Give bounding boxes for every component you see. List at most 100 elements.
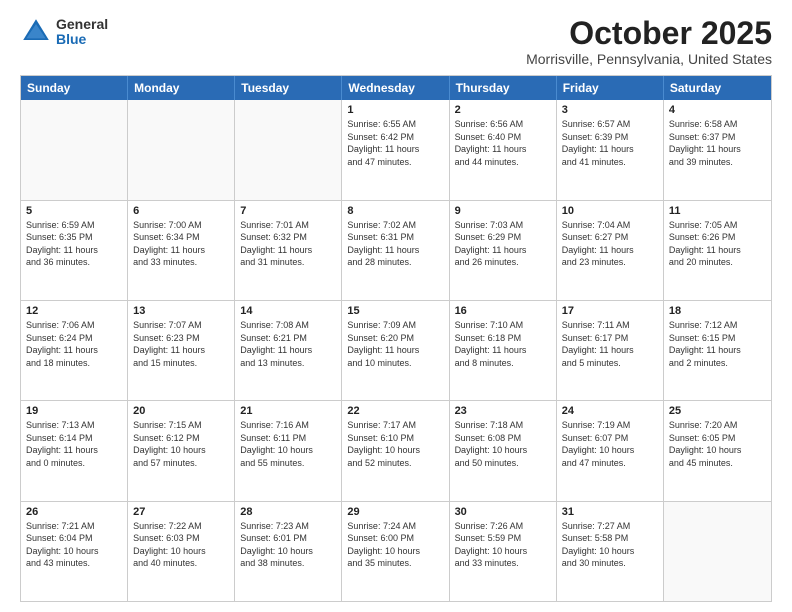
calendar-row-1: 5Sunrise: 6:59 AM Sunset: 6:35 PM Daylig…: [21, 200, 771, 300]
calendar-cell: 9Sunrise: 7:03 AM Sunset: 6:29 PM Daylig…: [450, 201, 557, 300]
header-cell-tuesday: Tuesday: [235, 76, 342, 100]
calendar-body: 1 Sunrise: 6:55 AM Sunset: 6:42 PM Daylig…: [21, 100, 771, 601]
header-cell-thursday: Thursday: [450, 76, 557, 100]
day-number: 11: [669, 205, 766, 217]
calendar-cell: 13Sunrise: 7:07 AM Sunset: 6:23 PM Dayli…: [128, 301, 235, 400]
day-number: 22: [347, 405, 443, 417]
day-number: 2: [455, 104, 551, 116]
day-number: 19: [26, 405, 122, 417]
month-title: October 2025: [526, 16, 772, 51]
logo-general: General: [56, 17, 108, 32]
calendar-cell: 24 Sunrise: 7:19 AM Sunset: 6:07 PM Dayli…: [557, 401, 664, 500]
calendar-cell: 7Sunrise: 7:01 AM Sunset: 6:32 PM Daylig…: [235, 201, 342, 300]
header: General Blue October 2025 Morrisville, P…: [20, 16, 772, 67]
cell-text: Sunrise: 7:17 AM Sunset: 6:10 PM Dayligh…: [347, 419, 443, 469]
cell-text: Sunrise: 6:55 AM Sunset: 6:42 PM Dayligh…: [347, 118, 443, 168]
calendar-cell: 1 Sunrise: 6:55 AM Sunset: 6:42 PM Daylig…: [342, 100, 449, 199]
calendar: SundayMondayTuesdayWednesdayThursdayFrid…: [20, 75, 772, 602]
calendar-row-2: 12 Sunrise: 7:06 AM Sunset: 6:24 PM Dayli…: [21, 300, 771, 400]
day-number: 12: [26, 305, 122, 317]
calendar-cell: 29Sunrise: 7:24 AM Sunset: 6:00 PM Dayli…: [342, 502, 449, 601]
calendar-cell: [235, 100, 342, 199]
calendar-cell: 22 Sunrise: 7:17 AM Sunset: 6:10 PM Dayli…: [342, 401, 449, 500]
calendar-cell: 21 Sunrise: 7:16 AM Sunset: 6:11 PM Dayli…: [235, 401, 342, 500]
cell-text: Sunrise: 6:58 AM Sunset: 6:37 PM Dayligh…: [669, 118, 766, 168]
calendar-cell: 17 Sunrise: 7:11 AM Sunset: 6:17 PM Dayli…: [557, 301, 664, 400]
calendar-cell: [128, 100, 235, 199]
header-cell-saturday: Saturday: [664, 76, 771, 100]
cell-text: Sunrise: 7:08 AM Sunset: 6:21 PM Dayligh…: [240, 319, 336, 369]
header-cell-sunday: Sunday: [21, 76, 128, 100]
calendar-cell: 11 Sunrise: 7:05 AM Sunset: 6:26 PM Dayli…: [664, 201, 771, 300]
calendar-cell: 28 Sunrise: 7:23 AM Sunset: 6:01 PM Dayli…: [235, 502, 342, 601]
cell-text: Sunrise: 7:13 AM Sunset: 6:14 PM Dayligh…: [26, 419, 122, 469]
calendar-cell: 6Sunrise: 7:00 AM Sunset: 6:34 PM Daylig…: [128, 201, 235, 300]
calendar-cell: 23 Sunrise: 7:18 AM Sunset: 6:08 PM Dayli…: [450, 401, 557, 500]
cell-text: Sunrise: 7:15 AM Sunset: 6:12 PM Dayligh…: [133, 419, 229, 469]
day-number: 14: [240, 305, 336, 317]
cell-text: Sunrise: 7:06 AM Sunset: 6:24 PM Dayligh…: [26, 319, 122, 369]
day-number: 3: [562, 104, 658, 116]
cell-text: Sunrise: 7:18 AM Sunset: 6:08 PM Dayligh…: [455, 419, 551, 469]
day-number: 4: [669, 104, 766, 116]
cell-text: Sunrise: 7:21 AM Sunset: 6:04 PM Dayligh…: [26, 520, 122, 570]
cell-text: Sunrise: 7:07 AM Sunset: 6:23 PM Dayligh…: [133, 319, 229, 369]
cell-text: Sunrise: 7:23 AM Sunset: 6:01 PM Dayligh…: [240, 520, 336, 570]
cell-text: Sunrise: 7:02 AM Sunset: 6:31 PM Dayligh…: [347, 219, 443, 269]
calendar-cell: 16 Sunrise: 7:10 AM Sunset: 6:18 PM Dayli…: [450, 301, 557, 400]
day-number: 16: [455, 305, 551, 317]
day-number: 21: [240, 405, 336, 417]
cell-text: Sunrise: 7:26 AM Sunset: 5:59 PM Dayligh…: [455, 520, 551, 570]
cell-text: Sunrise: 7:00 AM Sunset: 6:34 PM Dayligh…: [133, 219, 229, 269]
calendar-cell: 2 Sunrise: 6:56 AM Sunset: 6:40 PM Daylig…: [450, 100, 557, 199]
calendar-cell: [21, 100, 128, 199]
cell-text: Sunrise: 7:12 AM Sunset: 6:15 PM Dayligh…: [669, 319, 766, 369]
cell-text: Sunrise: 7:11 AM Sunset: 6:17 PM Dayligh…: [562, 319, 658, 369]
day-number: 25: [669, 405, 766, 417]
logo-blue: Blue: [56, 32, 108, 47]
day-number: 15: [347, 305, 443, 317]
cell-text: Sunrise: 7:05 AM Sunset: 6:26 PM Dayligh…: [669, 219, 766, 269]
calendar-cell: 20 Sunrise: 7:15 AM Sunset: 6:12 PM Dayli…: [128, 401, 235, 500]
logo-text: General Blue: [56, 17, 108, 48]
day-number: 10: [562, 205, 658, 217]
day-number: 23: [455, 405, 551, 417]
calendar-cell: 4 Sunrise: 6:58 AM Sunset: 6:37 PM Daylig…: [664, 100, 771, 199]
day-number: 20: [133, 405, 229, 417]
cell-text: Sunrise: 7:09 AM Sunset: 6:20 PM Dayligh…: [347, 319, 443, 369]
title-block: October 2025 Morrisville, Pennsylvania, …: [526, 16, 772, 67]
calendar-cell: 30 Sunrise: 7:26 AM Sunset: 5:59 PM Dayli…: [450, 502, 557, 601]
day-number: 24: [562, 405, 658, 417]
calendar-cell: 31Sunrise: 7:27 AM Sunset: 5:58 PM Dayli…: [557, 502, 664, 601]
calendar-cell: 8 Sunrise: 7:02 AM Sunset: 6:31 PM Daylig…: [342, 201, 449, 300]
cell-text: Sunrise: 7:16 AM Sunset: 6:11 PM Dayligh…: [240, 419, 336, 469]
day-number: 18: [669, 305, 766, 317]
day-number: 7: [240, 205, 336, 217]
calendar-row-4: 26Sunrise: 7:21 AM Sunset: 6:04 PM Dayli…: [21, 501, 771, 601]
header-cell-friday: Friday: [557, 76, 664, 100]
cell-text: Sunrise: 6:57 AM Sunset: 6:39 PM Dayligh…: [562, 118, 658, 168]
calendar-row-3: 19 Sunrise: 7:13 AM Sunset: 6:14 PM Dayli…: [21, 400, 771, 500]
logo-icon: [20, 16, 52, 48]
calendar-cell: 12 Sunrise: 7:06 AM Sunset: 6:24 PM Dayli…: [21, 301, 128, 400]
cell-text: Sunrise: 6:56 AM Sunset: 6:40 PM Dayligh…: [455, 118, 551, 168]
day-number: 30: [455, 506, 551, 518]
calendar-header: SundayMondayTuesdayWednesdayThursdayFrid…: [21, 76, 771, 100]
cell-text: Sunrise: 7:10 AM Sunset: 6:18 PM Dayligh…: [455, 319, 551, 369]
page: General Blue October 2025 Morrisville, P…: [0, 0, 792, 612]
cell-text: Sunrise: 7:19 AM Sunset: 6:07 PM Dayligh…: [562, 419, 658, 469]
cell-text: Sunrise: 7:20 AM Sunset: 6:05 PM Dayligh…: [669, 419, 766, 469]
cell-text: Sunrise: 7:27 AM Sunset: 5:58 PM Dayligh…: [562, 520, 658, 570]
logo: General Blue: [20, 16, 108, 48]
day-number: 5: [26, 205, 122, 217]
day-number: 28: [240, 506, 336, 518]
calendar-cell: 3 Sunrise: 6:57 AM Sunset: 6:39 PM Daylig…: [557, 100, 664, 199]
day-number: 9: [455, 205, 551, 217]
calendar-cell: 19 Sunrise: 7:13 AM Sunset: 6:14 PM Dayli…: [21, 401, 128, 500]
day-number: 8: [347, 205, 443, 217]
day-number: 1: [347, 104, 443, 116]
calendar-cell: 26Sunrise: 7:21 AM Sunset: 6:04 PM Dayli…: [21, 502, 128, 601]
calendar-cell: 15 Sunrise: 7:09 AM Sunset: 6:20 PM Dayli…: [342, 301, 449, 400]
day-number: 17: [562, 305, 658, 317]
cell-text: Sunrise: 7:22 AM Sunset: 6:03 PM Dayligh…: [133, 520, 229, 570]
